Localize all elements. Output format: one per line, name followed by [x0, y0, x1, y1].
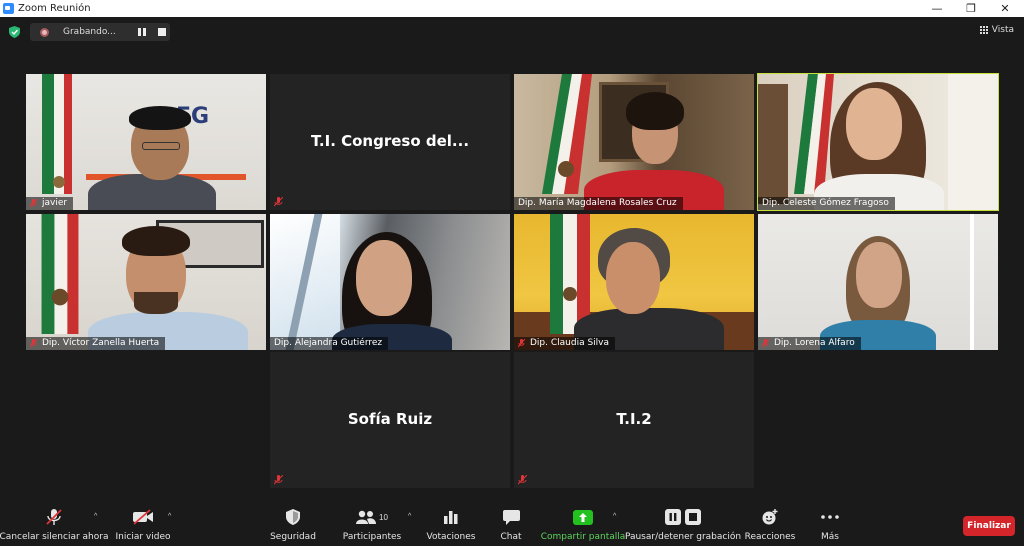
- chat-label: Chat: [500, 532, 522, 542]
- polls-chart-icon: [444, 511, 458, 524]
- video-tile[interactable]: Dip. Víctor Zanella Huerta: [26, 214, 266, 350]
- meeting-controls-toolbar: Cancelar silenciar ahora ^ Iniciar video…: [0, 503, 1024, 546]
- more-ellipsis-icon: [821, 515, 839, 519]
- participant-name-large: T.I.2: [616, 410, 652, 428]
- muted-mic-icon: [274, 197, 283, 207]
- participant-name-tag: Dip. Lorena Alfaro: [758, 337, 861, 350]
- reactions-label: Reacciones: [744, 532, 796, 542]
- window-title-bar: Zoom Reunión — ❐ ✕: [0, 0, 1024, 17]
- share-screen-button[interactable]: Compartir pantalla: [541, 507, 625, 545]
- video-options-chevron-icon[interactable]: ^: [168, 513, 171, 520]
- muted-mic-icon: [518, 475, 527, 485]
- unmute-label: Cancelar silenciar ahora: [0, 532, 109, 542]
- unmute-button[interactable]: Cancelar silenciar ahora: [0, 507, 108, 545]
- muted-microphone-icon: [46, 509, 62, 525]
- polls-label: Votaciones: [426, 532, 476, 542]
- encryption-shield-icon[interactable]: [9, 26, 20, 38]
- pause-recording-icon[interactable]: [138, 28, 146, 36]
- video-tile[interactable]: Sofía Ruiz: [270, 352, 510, 488]
- polls-button[interactable]: Votaciones: [426, 507, 476, 545]
- participants-count: 10: [379, 512, 388, 522]
- video-tile[interactable]: Dip. Lorena Alfaro: [758, 214, 998, 350]
- share-screen-label: Compartir pantalla: [540, 532, 626, 542]
- muted-mic-icon: [762, 339, 769, 348]
- recording-indicator: Grabando...: [30, 23, 170, 41]
- recording-dot-icon: [40, 27, 49, 37]
- video-off-icon: [133, 509, 153, 525]
- video-tile[interactable]: EG javier: [26, 74, 266, 210]
- video-tile[interactable]: Dip. Claudia Silva: [514, 214, 754, 350]
- participants-options-chevron-icon[interactable]: ^: [408, 513, 411, 520]
- share-screen-arrow-icon: [573, 509, 593, 525]
- participants-label: Participantes: [342, 532, 402, 542]
- stop-recording-icon[interactable]: [158, 28, 166, 36]
- participants-button[interactable]: 10 Participantes: [342, 507, 402, 545]
- restore-button[interactable]: ❐: [954, 0, 988, 17]
- security-label: Seguridad: [270, 532, 316, 542]
- close-button[interactable]: ✕: [988, 0, 1022, 17]
- participant-name-tag: Dip. Víctor Zanella Huerta: [26, 337, 166, 350]
- video-tile[interactable]: Dip. María Magdalena Rosales Cruz: [514, 74, 754, 210]
- start-video-button[interactable]: Iniciar video: [114, 507, 172, 545]
- view-label: Vista: [991, 25, 1014, 35]
- participant-name-tag: Dip. Claudia Silva: [514, 337, 616, 350]
- muted-mic-icon: [518, 339, 525, 348]
- audio-options-chevron-icon[interactable]: ^: [94, 513, 97, 520]
- chat-bubble-icon: [502, 509, 520, 525]
- end-meeting-button[interactable]: Finalizar: [963, 516, 1015, 536]
- more-label: Más: [821, 532, 839, 542]
- participant-name-tag: Dip. Celeste Gómez Fragoso: [758, 197, 895, 210]
- more-button[interactable]: Más: [816, 507, 844, 545]
- grid-view-icon: [979, 26, 988, 34]
- muted-mic-icon: [30, 339, 37, 348]
- zoom-app-icon: [3, 3, 14, 14]
- participant-name-large: Sofía Ruiz: [347, 410, 433, 428]
- start-video-label: Iniciar video: [115, 532, 171, 542]
- recording-label: Grabando...: [63, 27, 116, 37]
- share-options-chevron-icon[interactable]: ^: [613, 513, 616, 520]
- participants-icon: [356, 510, 377, 524]
- video-tile-active-speaker[interactable]: Dip. Celeste Gómez Fragoso: [757, 73, 999, 211]
- security-button[interactable]: Seguridad: [268, 507, 318, 545]
- chat-button[interactable]: Chat: [496, 507, 526, 545]
- video-tile[interactable]: T.I.2: [514, 352, 754, 488]
- view-button[interactable]: Vista: [979, 25, 1014, 35]
- reactions-smiley-icon: [762, 509, 778, 525]
- muted-mic-icon: [274, 475, 283, 485]
- minimize-button[interactable]: —: [920, 0, 954, 17]
- meeting-top-bar: Grabando... Vista: [0, 17, 1024, 47]
- muted-mic-icon: [30, 199, 37, 208]
- video-tile[interactable]: T.I. Congreso del...: [270, 74, 510, 210]
- pause-stop-recording-button[interactable]: Pausar/detener grabación: [625, 507, 741, 545]
- participant-name-tag: Dip. Alejandra Gutiérrez: [270, 337, 389, 350]
- participant-name-large: T.I. Congreso del...: [310, 132, 470, 150]
- window-title: Zoom Reunión: [18, 3, 91, 14]
- video-tile[interactable]: Dip. Alejandra Gutiérrez: [270, 214, 510, 350]
- reactions-button[interactable]: Reacciones: [744, 507, 796, 545]
- pause-stop-recording-label: Pausar/detener grabación: [624, 532, 742, 542]
- participant-name-tag: javier: [26, 197, 74, 210]
- participant-name-tag: Dip. María Magdalena Rosales Cruz: [514, 197, 683, 210]
- security-shield-icon: [286, 509, 300, 525]
- pause-stop-icon: [665, 509, 701, 525]
